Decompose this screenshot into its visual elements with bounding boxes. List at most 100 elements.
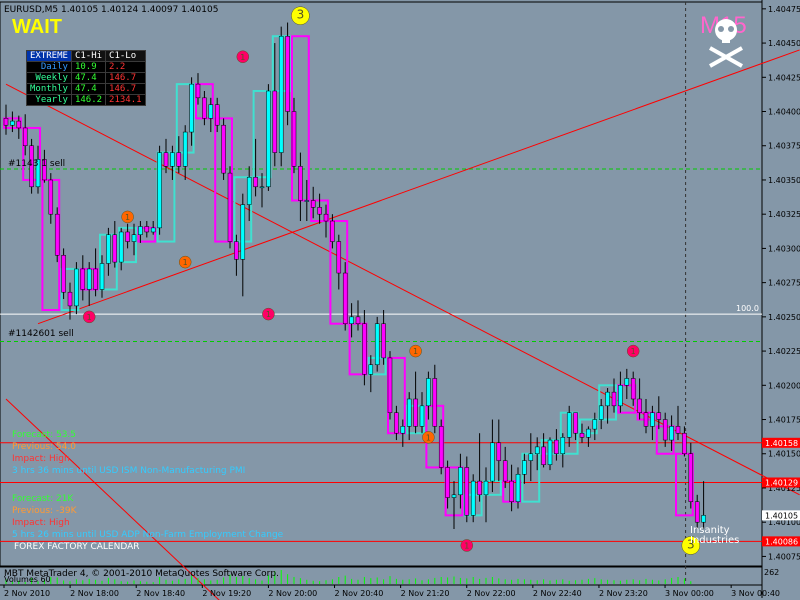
- candle-body: [400, 426, 406, 434]
- candle-body: [387, 357, 393, 413]
- candle-body: [630, 378, 636, 400]
- fractal-number: 1: [631, 347, 636, 356]
- fractal-number: 1: [426, 433, 431, 442]
- table-header-cell: EXTREME: [26, 50, 72, 62]
- candle-body: [381, 323, 386, 359]
- candle-body: [298, 166, 303, 201]
- candle-body: [86, 268, 92, 290]
- y-tick-label: 1.40075: [768, 552, 800, 561]
- candle-body: [163, 152, 169, 167]
- candle-body: [573, 412, 578, 434]
- y-tick-label: 1.40175: [768, 416, 800, 425]
- candle-body: [138, 226, 143, 235]
- candle-body: [10, 120, 15, 126]
- y-tick-label: 1.40425: [768, 73, 800, 82]
- candle-body: [355, 316, 361, 324]
- candle-body: [221, 124, 226, 174]
- fractal-number: 1: [240, 53, 245, 62]
- x-tick-label: 2 Nov 18:40: [136, 589, 185, 598]
- candle-body: [413, 398, 418, 427]
- candle-body: [349, 316, 354, 324]
- candle-body: [438, 426, 444, 468]
- volume-max-label: 262: [764, 568, 780, 577]
- table-cell: 2134.1: [105, 94, 146, 106]
- candle-body: [253, 176, 258, 188]
- candle-body: [323, 213, 329, 222]
- price-marker-label: 1.40158: [765, 439, 798, 448]
- order-label: #1142601 sell: [8, 329, 74, 339]
- candle-body: [374, 323, 380, 366]
- table-row: Daily 10.9 2.2: [26, 61, 146, 73]
- fractal-number: 1: [413, 347, 418, 356]
- y-tick-label: 1.40400: [768, 108, 800, 117]
- table-cell: 146.7: [105, 72, 146, 84]
- candle-body: [246, 176, 252, 205]
- candle-body: [496, 442, 502, 461]
- y-tick-label: 1.40475: [768, 5, 800, 14]
- table-row: Yearly 146.2 2134.1: [26, 94, 146, 106]
- candle-body: [227, 172, 233, 242]
- candle-body: [394, 412, 399, 434]
- candle-body: [310, 200, 316, 208]
- candle-body: [99, 263, 105, 290]
- candle-body: [189, 83, 194, 133]
- level-label: 100.0: [736, 304, 759, 313]
- y-tick-label: 1.40275: [768, 279, 800, 288]
- x-tick-label: 2 Nov 20:00: [268, 589, 317, 598]
- skull-crossbones-icon: [709, 19, 743, 68]
- logo-line: Industries: [690, 535, 740, 546]
- candle-body: [16, 120, 22, 129]
- trendline: [37, 49, 800, 325]
- candle-body: [266, 90, 271, 188]
- candle-body: [662, 419, 668, 441]
- fractal-number: 1: [125, 213, 130, 222]
- candle-body: [490, 442, 495, 482]
- candle-body: [54, 213, 60, 256]
- candle-body: [330, 220, 335, 242]
- candle-body: [586, 428, 591, 438]
- table-cell: 146.2: [70, 94, 107, 106]
- candle-body: [637, 398, 642, 413]
- fractal-number: 1: [183, 258, 188, 267]
- candle-body: [624, 378, 630, 386]
- table-header-cell: C1-Hi: [70, 50, 107, 62]
- candle-body: [541, 446, 546, 465]
- fractal-number: 3: [297, 8, 305, 22]
- candle-body: [560, 437, 566, 454]
- candle-body: [675, 426, 681, 434]
- candle-body: [566, 412, 572, 438]
- candle-body: [176, 152, 182, 167]
- y-tick-label: 1.40300: [768, 244, 800, 253]
- candle-body: [125, 231, 130, 242]
- table-cell: Monthly: [26, 83, 72, 95]
- price-marker-label: 1.40086: [765, 537, 798, 546]
- price-marker-label: 1.40105: [765, 511, 798, 520]
- candle-body: [554, 439, 559, 454]
- candle-body: [80, 268, 86, 290]
- table-cell: 146.7: [105, 83, 146, 95]
- candle-body: [618, 385, 623, 407]
- candle-body: [643, 412, 649, 427]
- candle-body: [106, 234, 111, 264]
- candle-body: [214, 104, 220, 126]
- candle-body: [688, 453, 694, 502]
- candle-body: [182, 131, 188, 167]
- table-cell: Yearly: [26, 94, 72, 106]
- table-row: Monthly 47.4 146.7: [26, 83, 146, 95]
- x-tick-label: 2 Nov 23:20: [599, 589, 648, 598]
- candle-body: [67, 291, 73, 307]
- extreme-table: EXTREME C1-Hi C1-Lo Daily 10.9 2.2 Weekly 47.4 1…: [26, 50, 146, 106]
- x-tick-label: 2 Nov 22:40: [533, 589, 582, 598]
- candle-body: [61, 255, 66, 293]
- candle-body: [272, 90, 278, 153]
- candle-body: [598, 405, 604, 420]
- candle-body: [451, 494, 457, 498]
- table-cell: 47.4: [70, 72, 107, 84]
- candle-body: [3, 118, 9, 126]
- fractal-number: 1: [87, 313, 92, 322]
- x-tick-label: 2 Nov 18:00: [70, 589, 119, 598]
- x-tick-label: 2 Nov 22:00: [467, 589, 516, 598]
- table-cell: 47.4: [70, 83, 107, 95]
- table-cell: Daily: [26, 61, 72, 73]
- table-cell: 10.9: [70, 61, 107, 73]
